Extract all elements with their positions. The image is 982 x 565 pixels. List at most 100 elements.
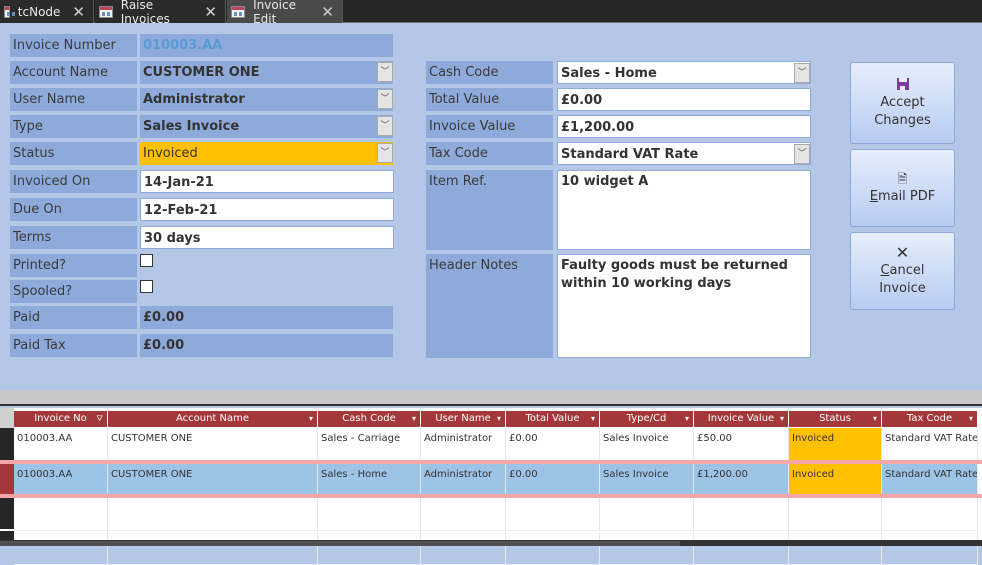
due-on-label: Due On bbox=[10, 198, 137, 221]
invoiced-on-input[interactable]: 14-Jan-21 bbox=[140, 170, 394, 193]
cell-tax-code[interactable]: Standard VAT Rate bbox=[882, 464, 978, 494]
due-on-input[interactable]: 12-Feb-21 bbox=[140, 198, 394, 221]
item-ref-textarea[interactable]: 10 widget A bbox=[557, 170, 811, 250]
chevron-down-icon[interactable]: ﹀ bbox=[377, 62, 393, 82]
account-name-combo[interactable]: CUSTOMER ONE ﹀ bbox=[140, 61, 393, 84]
total-value-input[interactable]: £0.00 bbox=[557, 88, 811, 111]
email-pdf-button[interactable]: 🗎 Email PDF bbox=[850, 149, 955, 227]
cell-user-name[interactable]: Administrator bbox=[421, 464, 506, 494]
column-header-invoice-value[interactable]: Invoice Value ▾ bbox=[694, 411, 789, 427]
column-header-cash-code[interactable]: Cash Code ▾ bbox=[318, 411, 421, 427]
form-icon bbox=[99, 5, 113, 18]
close-icon: ✕ bbox=[895, 243, 910, 262]
dropdown-arrow-icon[interactable]: ▾ bbox=[412, 411, 416, 427]
spooled-checkbox[interactable] bbox=[140, 280, 153, 293]
chevron-down-icon[interactable]: ﹀ bbox=[794, 63, 810, 83]
cell-account-name[interactable]: CUSTOMER ONE bbox=[108, 428, 318, 460]
cell-total-value[interactable]: £0.00 bbox=[506, 464, 600, 494]
cell-tax-code[interactable]: Standard VAT Rate bbox=[882, 428, 978, 460]
column-header-invoice-no[interactable]: Invoice No ⛛ bbox=[14, 411, 108, 427]
close-icon[interactable]: ✕ bbox=[321, 3, 334, 21]
close-icon[interactable]: ✕ bbox=[72, 3, 85, 21]
resize-grip[interactable] bbox=[702, 408, 736, 411]
account-name-label: Account Name bbox=[10, 61, 137, 84]
dropdown-arrow-icon[interactable]: ▾ bbox=[685, 411, 689, 427]
status-combo[interactable]: Invoiced ﹀ bbox=[140, 142, 393, 165]
empty-cell[interactable] bbox=[421, 498, 506, 531]
empty-cell[interactable] bbox=[600, 532, 694, 565]
dropdown-arrow-icon[interactable]: ▾ bbox=[497, 411, 501, 427]
empty-cell[interactable] bbox=[14, 498, 108, 531]
chevron-down-icon[interactable]: ﹀ bbox=[794, 144, 810, 164]
cancel-invoice-button[interactable]: ✕ Cancel Invoice bbox=[850, 232, 955, 310]
terms-input[interactable]: 30 days bbox=[140, 226, 394, 249]
paid-field: £0.00 bbox=[140, 306, 393, 329]
tab-tcnode[interactable]: tcNode ✕ bbox=[0, 0, 94, 23]
empty-cell[interactable] bbox=[108, 498, 318, 531]
filter-icon[interactable]: ⛛ bbox=[96, 411, 103, 427]
row-selector[interactable] bbox=[0, 497, 14, 529]
chevron-down-icon[interactable]: ﹀ bbox=[377, 116, 393, 136]
dropdown-arrow-icon[interactable]: ▾ bbox=[873, 411, 877, 427]
chevron-down-icon[interactable]: ﹀ bbox=[377, 143, 393, 163]
column-header-account-name[interactable]: Account Name ▾ bbox=[108, 411, 318, 427]
column-header-user-name[interactable]: User Name ▾ bbox=[421, 411, 506, 427]
row-selector[interactable] bbox=[0, 464, 14, 494]
cell-total-value[interactable]: £0.00 bbox=[506, 428, 600, 460]
column-header-type-cd[interactable]: Type/Cd ▾ bbox=[600, 411, 694, 427]
empty-cell[interactable] bbox=[882, 498, 978, 531]
cell-invoice-no[interactable]: 010003.AA bbox=[14, 464, 108, 494]
cell-cash-code[interactable]: Sales - Carriage bbox=[318, 428, 421, 460]
cell-user-name[interactable]: Administrator bbox=[421, 428, 506, 460]
cell-invoice-value[interactable]: £50.00 bbox=[694, 428, 789, 460]
splitter-bar[interactable] bbox=[0, 390, 982, 406]
cell-account-name[interactable]: CUSTOMER ONE bbox=[108, 464, 318, 494]
empty-cell[interactable] bbox=[789, 498, 882, 531]
cash-code-combo[interactable]: Sales - Home ﹀ bbox=[557, 61, 811, 84]
tab-invoice-edit[interactable]: Invoice Edit ✕ bbox=[227, 0, 343, 26]
dropdown-arrow-icon[interactable]: ▾ bbox=[969, 411, 973, 427]
scrollbar-thumb[interactable] bbox=[0, 541, 680, 546]
empty-cell[interactable] bbox=[694, 532, 789, 565]
column-header-tax-code[interactable]: Tax Code ▾ bbox=[882, 411, 978, 427]
printed-checkbox[interactable] bbox=[140, 254, 153, 267]
cell-invoice-no[interactable]: 010003.AA bbox=[14, 428, 108, 460]
empty-cell[interactable] bbox=[600, 498, 694, 531]
empty-cell[interactable] bbox=[421, 532, 506, 565]
empty-cell[interactable] bbox=[108, 532, 318, 565]
row-selector[interactable] bbox=[0, 428, 14, 460]
close-icon[interactable]: ✕ bbox=[204, 3, 217, 21]
cell-cash-code[interactable]: Sales - Home bbox=[318, 464, 421, 494]
empty-cell[interactable] bbox=[14, 532, 108, 565]
type-combo[interactable]: Sales Invoice ﹀ bbox=[140, 115, 393, 138]
tax-code-combo[interactable]: Standard VAT Rate ﹀ bbox=[557, 142, 811, 165]
invoice-value-input[interactable]: £1,200.00 bbox=[557, 115, 811, 138]
cell-status[interactable]: Invoiced bbox=[789, 428, 882, 460]
empty-cell[interactable] bbox=[506, 532, 600, 565]
header-notes-textarea[interactable]: Faulty goods must be returned within 10 … bbox=[557, 254, 811, 358]
cell-type-cd[interactable]: Sales Invoice bbox=[600, 428, 694, 460]
column-header-status[interactable]: Status ▾ bbox=[789, 411, 882, 427]
status-label: Status bbox=[10, 142, 137, 165]
empty-cell[interactable] bbox=[882, 532, 978, 565]
dropdown-arrow-icon[interactable]: ▾ bbox=[780, 411, 784, 427]
cell-type-cd[interactable]: Sales Invoice bbox=[600, 464, 694, 494]
empty-cell[interactable] bbox=[318, 532, 421, 565]
cancel-rest: ancel bbox=[889, 263, 925, 278]
empty-cell[interactable] bbox=[318, 498, 421, 531]
cell-status[interactable]: Invoiced bbox=[789, 464, 882, 494]
invoiced-on-label: Invoiced On bbox=[10, 170, 137, 193]
select-all-corner[interactable] bbox=[0, 408, 14, 428]
empty-cell[interactable] bbox=[789, 532, 882, 565]
dropdown-arrow-icon[interactable]: ▾ bbox=[309, 411, 313, 427]
horizontal-scrollbar[interactable] bbox=[0, 540, 982, 546]
chevron-down-icon[interactable]: ﹀ bbox=[377, 89, 393, 109]
empty-cell[interactable] bbox=[506, 498, 600, 531]
accept-changes-button[interactable]: Accept Changes bbox=[850, 62, 955, 144]
cell-invoice-value[interactable]: £1,200.00 bbox=[694, 464, 789, 494]
column-header-total-value[interactable]: Total Value ▾ bbox=[506, 411, 600, 427]
tab-raise-invoices[interactable]: Raise Invoices ✕ bbox=[95, 0, 226, 26]
empty-cell[interactable] bbox=[694, 498, 789, 531]
dropdown-arrow-icon[interactable]: ▾ bbox=[591, 411, 595, 427]
user-name-combo[interactable]: Administrator ﹀ bbox=[140, 88, 393, 111]
